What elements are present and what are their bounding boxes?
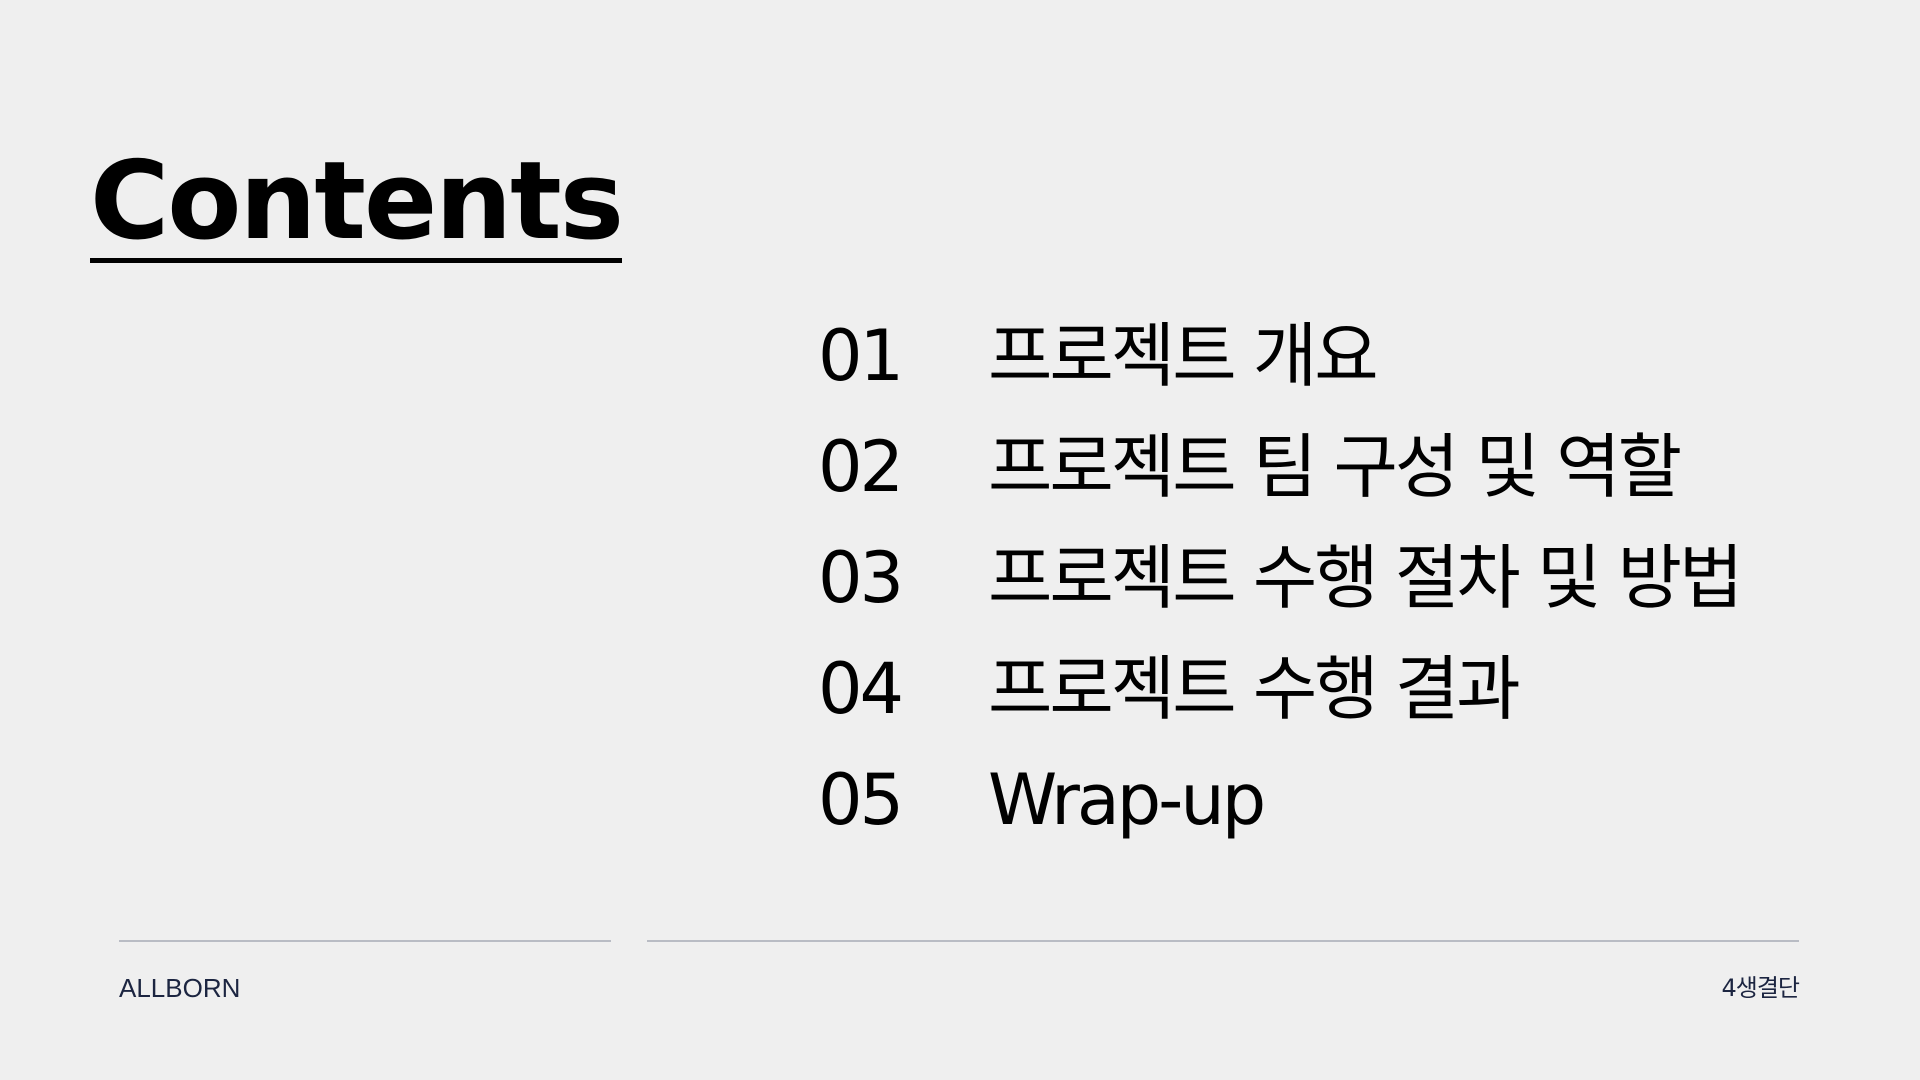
page-title: Contents [90, 139, 624, 264]
toc-number: 03 [818, 537, 904, 619]
toc-number: 04 [818, 648, 904, 730]
toc-number: 01 [818, 315, 904, 397]
toc-label: 프로젝트 수행 결과 [988, 648, 1521, 730]
footer-divider-right [647, 940, 1799, 942]
toc-number: 02 [818, 426, 904, 508]
toc-label: 프로젝트 개요 [988, 315, 1379, 397]
footer-team-name: 4생결단 [1721, 974, 1800, 1002]
toc-number: 05 [818, 759, 904, 841]
toc-label: 프로젝트 팀 구성 및 역할 [988, 426, 1682, 508]
toc-label: 프로젝트 수행 절차 및 방법 [988, 537, 1743, 619]
toc-label: Wrap-up [988, 759, 1266, 841]
footer-divider-left [119, 940, 611, 942]
footer-brand: ALLBORN [119, 973, 241, 1003]
